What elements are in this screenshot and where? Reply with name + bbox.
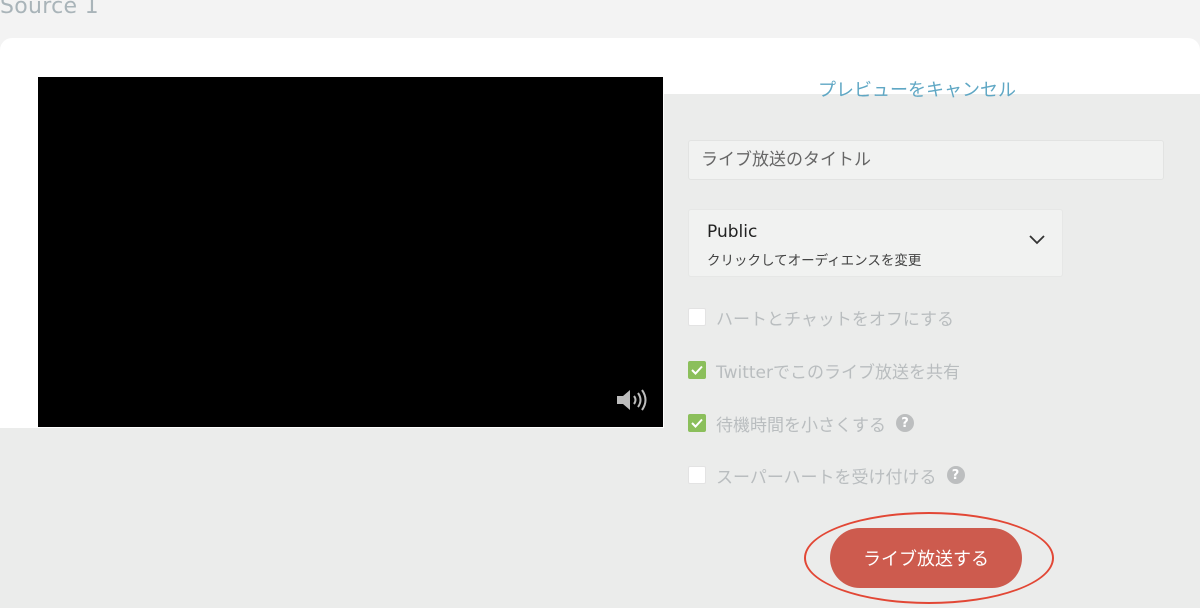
audience-value: Public [707, 222, 758, 242]
option-label: スーパーハートを受け付ける [716, 467, 937, 488]
speaker-icon[interactable] [615, 387, 649, 413]
option-label: ハートとチャットをオフにする [716, 309, 954, 330]
option-disable-hearts-chat[interactable]: ハートとチャットをオフにする [688, 305, 954, 330]
checkbox[interactable] [688, 414, 706, 432]
go-live-button[interactable]: ライブ放送する [830, 528, 1022, 588]
option-share-twitter[interactable]: Twitterでこのライブ放送を共有 [688, 358, 960, 383]
broadcast-setup-screen: Source 1 プレビューをキャンセル Public クリックしてオーディエン… [0, 0, 1200, 608]
audience-selector[interactable]: Public クリックしてオーディエンスを変更 [688, 209, 1063, 277]
help-icon[interactable]: ? [896, 414, 914, 432]
option-label: Twitterでこのライブ放送を共有 [716, 362, 960, 383]
bottom-panel-background [0, 428, 1200, 608]
option-super-hearts[interactable]: スーパーハートを受け付ける ? [688, 463, 965, 488]
chevron-down-icon [1029, 235, 1045, 245]
source-label: Source 1 [0, 0, 99, 19]
checkbox[interactable] [688, 466, 706, 484]
checkbox[interactable] [688, 308, 706, 326]
help-icon[interactable]: ? [946, 466, 965, 484]
checkbox[interactable] [688, 361, 706, 379]
option-low-latency[interactable]: 待機時間を小さくする ? [688, 411, 914, 436]
audience-hint: クリックしてオーディエンスを変更 [707, 253, 922, 269]
option-label: 待機時間を小さくする [716, 415, 886, 436]
video-preview [38, 77, 663, 427]
cancel-preview-link[interactable]: プレビューをキャンセル [818, 76, 1016, 102]
broadcast-title-input[interactable] [688, 140, 1164, 180]
